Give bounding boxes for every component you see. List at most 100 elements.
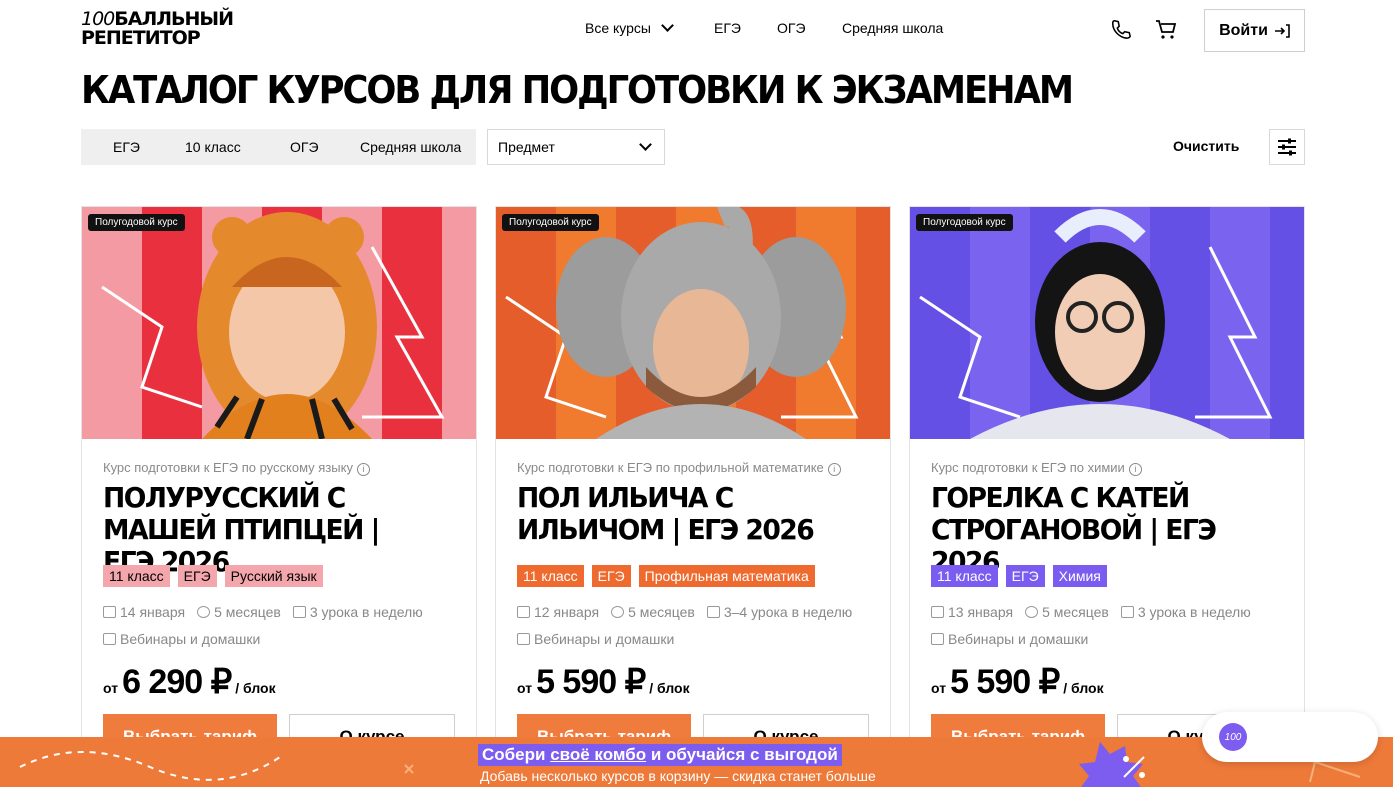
filter-tab-middle-school[interactable]: Средняя школа	[360, 139, 461, 155]
chat-avatar: 100	[1219, 723, 1247, 751]
course-duration-badge: Полугодовой курс	[916, 214, 1013, 231]
course-format: Вебинары и домашки	[931, 631, 1088, 647]
tag-subject: Химия	[1052, 565, 1107, 587]
price-per: / блок	[649, 680, 690, 696]
lessons-label: 3 урока в неделю	[1137, 604, 1251, 620]
banner-headline-pre: Собери	[482, 745, 551, 764]
course-title[interactable]: ГОРЕЛКА С КАТЕЙ СТРОГАНОВОЙ | ЕГЭ 2026	[931, 482, 1264, 578]
tag-exam: ЕГЭ	[591, 565, 631, 587]
chevron-down-icon	[639, 138, 652, 151]
clock-icon	[611, 606, 625, 618]
filter-tab-oge[interactable]: ОГЭ	[290, 139, 319, 155]
course-photo	[496, 207, 890, 439]
lessons-label: 3–4 урока в неделю	[723, 604, 853, 620]
flag-icon	[103, 606, 116, 618]
start-date-label: 14 января	[120, 604, 186, 620]
info-icon[interactable]: i	[1128, 463, 1142, 476]
book-icon	[1120, 606, 1134, 618]
book-icon	[292, 606, 306, 618]
course-meta: 14 января 5 месяцев 3 урока в неделю	[103, 604, 423, 620]
combo-promo-banner[interactable]: Собери своё комбо и обучайся с выгодой Д…	[0, 737, 1393, 787]
nav-middle-school[interactable]: Средняя школа	[842, 20, 943, 36]
price-amount: 5 590 ₽	[950, 663, 1060, 701]
login-button[interactable]: Войти	[1204, 9, 1305, 52]
book-icon	[706, 606, 720, 618]
subject-select[interactable]: Предмет	[487, 129, 665, 165]
filter-tab-10-class[interactable]: 10 класс	[185, 139, 241, 155]
banner-headline-post: и обучайся с выгодой	[646, 745, 838, 764]
course-price: от 5 590 ₽ / блок	[931, 662, 1104, 702]
combo-link[interactable]: своё комбо	[550, 745, 646, 764]
course-duration-badge: Полугодовой курс	[502, 214, 599, 231]
course-type-label: Курс подготовки к ЕГЭ по профильной мате…	[517, 460, 824, 475]
logo[interactable]: 100БАЛЛЬНЫЙ РЕПЕТИТОР	[81, 10, 234, 50]
chat-widget[interactable]: 100	[1202, 712, 1378, 762]
course-price: от 6 290 ₽ / блок	[103, 662, 276, 702]
nav-ege[interactable]: ЕГЭ	[714, 20, 741, 36]
course-photo	[910, 207, 1304, 439]
price-from: от	[931, 680, 947, 696]
tag-subject: Русский язык	[224, 565, 323, 587]
nav-oge[interactable]: ОГЭ	[777, 20, 806, 36]
course-type: Курс подготовки к ЕГЭ по химии i	[931, 460, 1142, 476]
course-card[interactable]: Полугодовой курс Курс подготовки к ЕГЭ п…	[81, 206, 477, 766]
nav-all-courses-label: Все курсы	[585, 20, 651, 36]
course-title[interactable]: ПОЛ ИЛЬИЧА С ИЛЬИЧОМ | ЕГЭ 2026	[517, 482, 850, 546]
course-duration-badge: Полугодовой курс	[88, 214, 185, 231]
course-type-label: Курс подготовки к ЕГЭ по химии	[931, 460, 1125, 475]
course-tags: 11 класс ЕГЭ Русский язык	[103, 565, 323, 587]
sliders-icon	[1278, 138, 1296, 156]
course-card[interactable]: Полугодовой курс Курс подготовки к ЕГЭ п…	[495, 206, 891, 766]
edit-icon	[103, 633, 116, 645]
course-card[interactable]: Полугодовой курс Курс подготовки к ЕГЭ п…	[909, 206, 1305, 766]
chevron-down-icon	[661, 19, 674, 32]
subject-select-label: Предмет	[498, 139, 555, 155]
course-photo	[82, 207, 476, 439]
course-tags: 11 класс ЕГЭ Химия	[931, 565, 1107, 587]
course-tags: 11 класс ЕГЭ Профильная математика	[517, 565, 815, 587]
course-meta: 12 января 5 месяцев 3–4 урока в неделю	[517, 604, 852, 620]
filter-settings-button[interactable]	[1269, 129, 1305, 165]
duration: 5 месяцев	[1025, 604, 1109, 620]
start-date-label: 13 января	[948, 604, 1014, 620]
course-format: Вебинары и домашки	[103, 631, 260, 647]
course-format-label: Вебинары и домашки	[120, 631, 261, 647]
filter-tabs: ЕГЭ 10 класс ОГЭ Средняя школа	[81, 129, 476, 165]
course-format-label: Вебинары и домашки	[948, 631, 1089, 647]
course-format-label: Вебинары и домашки	[534, 631, 675, 647]
page-title: КАТАЛОГ КУРСОВ ДЛЯ ПОДГОТОВКИ К ЭКЗАМЕНА…	[81, 68, 1074, 112]
start-date: 12 января	[517, 604, 599, 620]
course-type: Курс подготовки к ЕГЭ по профильной мате…	[517, 460, 841, 476]
info-icon[interactable]: i	[827, 463, 841, 476]
cart-icon[interactable]	[1154, 17, 1178, 41]
tag-exam: ЕГЭ	[1005, 565, 1045, 587]
lessons: 3 урока в неделю	[1120, 604, 1251, 620]
duration: 5 месяцев	[611, 604, 695, 620]
tag-grade: 11 класс	[931, 565, 998, 587]
lessons-label: 3 урока в неделю	[309, 604, 423, 620]
tag-subject: Профильная математика	[638, 565, 815, 587]
course-meta: 13 января 5 месяцев 3 урока в неделю	[931, 604, 1251, 620]
info-icon[interactable]: i	[356, 463, 370, 476]
course-image[interactable]: Полугодовой курс	[910, 207, 1304, 439]
tag-grade: 11 класс	[103, 565, 170, 587]
clear-filters-button[interactable]: Очистить	[1173, 138, 1239, 154]
edit-icon	[517, 633, 530, 645]
logo-line2: РЕПЕТИТОР	[81, 27, 201, 49]
header: 100БАЛЛЬНЫЙ РЕПЕТИТОР Все курсы ЕГЭ ОГЭ …	[0, 0, 1393, 60]
price-amount: 6 290 ₽	[122, 663, 232, 701]
course-title[interactable]: ПОЛУРУССКИЙ С МАШЕЙ ПТИПЦЕЙ | ЕГЭ 2026	[103, 482, 436, 578]
banner-headline: Собери своё комбо и обучайся с выгодой	[478, 744, 842, 766]
phone-icon[interactable]	[1110, 18, 1132, 40]
start-date-label: 12 января	[534, 604, 600, 620]
tag-exam: ЕГЭ	[177, 565, 217, 587]
lessons: 3–4 урока в неделю	[706, 604, 853, 620]
duration-label: 5 месяцев	[214, 604, 281, 620]
start-date: 13 января	[931, 604, 1013, 620]
course-image[interactable]: Полугодовой курс	[82, 207, 476, 439]
duration-label: 5 месяцев	[628, 604, 695, 620]
nav-all-courses[interactable]: Все курсы	[585, 19, 674, 36]
course-image[interactable]: Полугодовой курс	[496, 207, 890, 439]
edit-icon	[931, 633, 944, 645]
filter-tab-ege[interactable]: ЕГЭ	[113, 139, 140, 155]
